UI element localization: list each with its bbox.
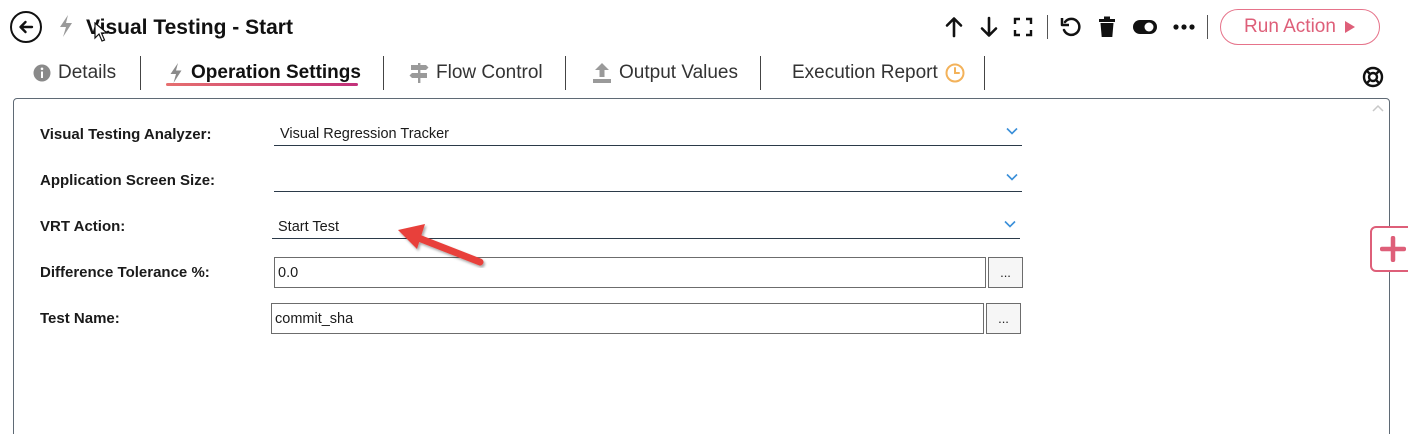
tab-label: Details	[58, 62, 117, 83]
test-name-value: commit_sha	[275, 310, 354, 327]
tab-label: Output Values	[619, 62, 739, 83]
tab-separator	[565, 56, 566, 90]
tab-separator	[984, 56, 985, 90]
trash-icon[interactable]	[1094, 14, 1120, 40]
play-icon	[1344, 21, 1355, 33]
analyzer-label: Visual Testing Analyzer:	[40, 126, 212, 143]
tab-label: Flow Control	[436, 62, 543, 83]
back-button[interactable]	[10, 11, 42, 43]
annotation-arrow-icon	[398, 224, 484, 266]
page: Visual Testing - Start Run Action Detail…	[0, 0, 1408, 434]
more-icon[interactable]	[1171, 14, 1197, 40]
tolerance-label: Difference Tolerance %:	[40, 264, 210, 281]
tab-separator	[140, 56, 141, 90]
vrt-action-label: VRT Action:	[40, 218, 126, 235]
info-icon	[33, 64, 51, 82]
run-action-button[interactable]: Run Action	[1220, 9, 1380, 45]
tab-flow-control[interactable]: Flow Control	[409, 58, 543, 88]
arrow-left-icon	[19, 20, 34, 34]
vrt-action-value: Start Test	[278, 218, 339, 235]
tolerance-value: 0.0	[278, 264, 299, 281]
page-title: Visual Testing - Start	[86, 16, 293, 39]
upload-icon	[593, 63, 611, 83]
move-down-icon[interactable]	[976, 14, 1002, 40]
vrt-action-dropdown[interactable]: Start Test	[272, 215, 1020, 239]
add-button[interactable]	[1370, 226, 1408, 272]
test-name-browse-button[interactable]: ...	[986, 303, 1021, 334]
active-tab-indicator	[166, 83, 358, 86]
tab-separator	[760, 56, 761, 90]
expand-icon[interactable]	[1010, 14, 1036, 40]
screen-size-label: Application Screen Size:	[40, 172, 216, 189]
tab-details[interactable]: Details	[33, 58, 116, 88]
tolerance-input[interactable]: 0.0	[274, 257, 986, 288]
tab-separator	[383, 56, 384, 90]
tab-label: Execution Report	[792, 62, 938, 83]
lightning-bolt-icon	[60, 15, 72, 37]
move-up-icon[interactable]	[941, 14, 967, 40]
lightning-bolt-icon	[170, 63, 182, 83]
toggle-icon[interactable]	[1132, 14, 1158, 40]
tolerance-browse-button[interactable]: ...	[988, 257, 1023, 288]
toolbar-separator	[1207, 15, 1208, 39]
chevron-down-icon	[1006, 173, 1018, 181]
tab-execution-report[interactable]: Execution Report	[792, 58, 965, 88]
scroll-up-icon[interactable]	[1372, 104, 1384, 112]
analyzer-dropdown[interactable]: Visual Regression Tracker	[274, 122, 1022, 146]
analyzer-value: Visual Regression Tracker	[280, 125, 449, 142]
screen-size-dropdown[interactable]	[274, 168, 1022, 192]
chevron-down-icon	[1006, 127, 1018, 135]
undo-icon[interactable]	[1058, 14, 1084, 40]
tab-output-values[interactable]: Output Values	[592, 58, 738, 88]
toolbar-separator	[1047, 15, 1048, 39]
signpost-icon	[409, 63, 429, 83]
tab-label: Operation Settings	[191, 62, 361, 83]
lifebuoy-icon[interactable]	[1362, 66, 1384, 88]
clock-icon	[945, 63, 965, 83]
test-name-label: Test Name:	[40, 310, 120, 327]
plus-icon	[1380, 236, 1406, 262]
run-action-label: Run Action	[1244, 16, 1336, 37]
mouse-cursor-icon	[94, 22, 108, 42]
test-name-input[interactable]: commit_sha	[271, 303, 984, 334]
chevron-down-icon	[1004, 220, 1016, 228]
